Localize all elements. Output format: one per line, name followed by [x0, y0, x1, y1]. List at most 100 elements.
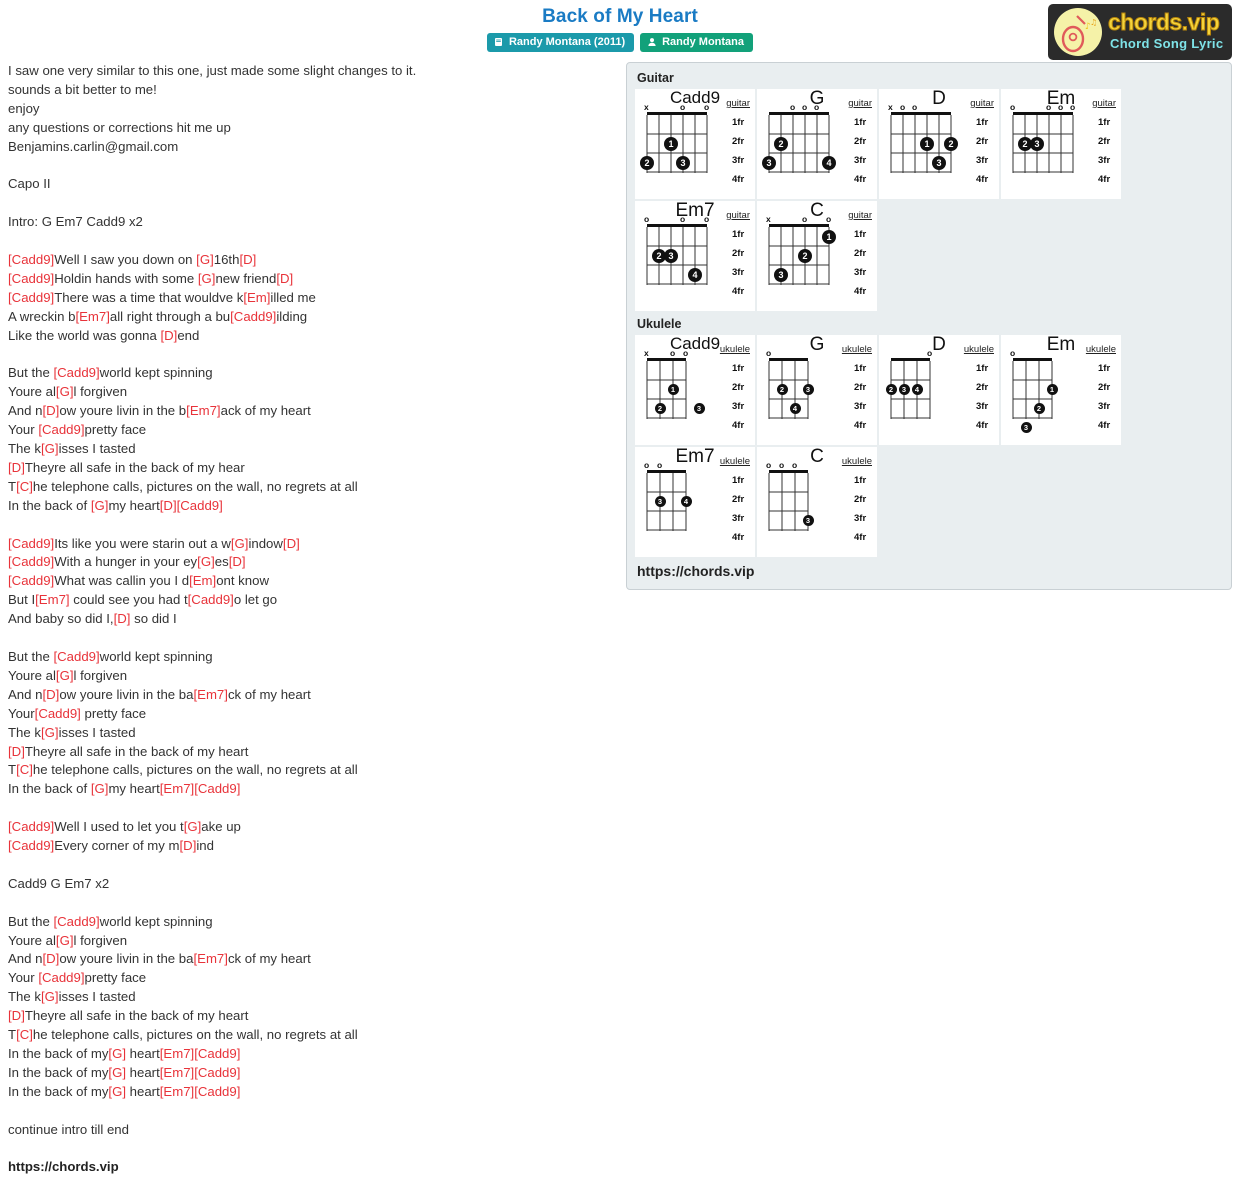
lyric-text: my heart [108, 497, 160, 513]
open-string-marker: o [704, 102, 710, 112]
chord-tag[interactable]: [Cadd9] [8, 536, 54, 551]
chord-tag[interactable]: [Cadd9] [38, 970, 84, 985]
open-string-marker: o [704, 214, 710, 224]
chord-tag[interactable]: [Em7][Cadd9] [160, 781, 241, 796]
chord-tag[interactable]: [Em7] [193, 951, 227, 966]
lyric-line: The k[G]isses I tasted [8, 724, 620, 743]
lyric-text: In the back of [8, 781, 91, 797]
chord-tag[interactable]: [Em7][Cadd9] [160, 1046, 241, 1061]
lyric-line: Capo II [8, 176, 51, 192]
lyric-text: he telephone calls, pictures on the wall… [32, 478, 358, 494]
lyric-line: any questions or corrections hit me up [8, 119, 231, 135]
chord-tag[interactable]: [Em7] [186, 403, 220, 418]
chord-diagram-g-guitar[interactable]: Gguitar o o o 3 2 4 1fr 2fr 3fr 4fr [757, 88, 877, 199]
chord-tag[interactable]: [D] [8, 744, 25, 759]
chord-tag[interactable]: [G] [41, 441, 59, 456]
chord-tag[interactable]: [Cadd9] [8, 252, 54, 267]
chord-tag[interactable]: [D] [42, 403, 59, 418]
chord-tag[interactable]: [C] [16, 1027, 33, 1042]
lyric-text: And baby so did I, [8, 611, 114, 627]
site-logo[interactable]: ♪ ♫ chords.vip Chord Song Lyric [1048, 4, 1232, 60]
chord-tag[interactable]: [Cadd9] [38, 422, 84, 437]
chord-diagram-c-ukulele[interactable]: Cukulele o o o 3 1fr 2fr 3fr 4fr [757, 446, 877, 557]
lyric-text: Your [8, 705, 35, 721]
chord-tag[interactable]: [D] [283, 536, 300, 551]
chord-tag[interactable]: [Cadd9] [53, 365, 99, 380]
lyric-line: I saw one very similar to this one, just… [8, 63, 417, 78]
chord-tag[interactable]: [Cadd9] [8, 290, 54, 305]
chord-tag[interactable]: [G] [91, 498, 109, 513]
chord-tag[interactable]: [G] [56, 384, 74, 399]
open-string-marker: o [766, 460, 772, 470]
chord-tag[interactable]: [D] [160, 328, 177, 343]
chord-tag[interactable]: [Em] [243, 290, 270, 305]
chord-tag[interactable]: [D] [42, 687, 59, 702]
chord-tag[interactable]: [G] [108, 1065, 126, 1080]
chord-diagram-em-ukulele[interactable]: Em ukulele o 1 2 3 1fr 2fr 3fr 4fr [1001, 334, 1121, 445]
chord-tag[interactable]: [G] [91, 781, 109, 796]
chord-tag[interactable]: [D][Cadd9] [160, 498, 223, 513]
fret-labels: 1fr 2fr 3fr 4fr [1098, 359, 1118, 435]
chord-tag[interactable]: [G] [56, 668, 74, 683]
chord-diagram-d-ukulele[interactable]: Dukulele o 2 3 4 1fr 2fr 3fr 4fr [879, 334, 999, 445]
chord-tag[interactable]: [Cadd9] [53, 914, 99, 929]
chord-tag[interactable]: [D] [276, 271, 293, 286]
chord-tag[interactable]: [Cadd9] [8, 573, 54, 588]
fret-label: 4fr [732, 286, 745, 297]
artist-badge[interactable]: Randy Montana [640, 33, 754, 53]
chord-tag[interactable]: [Cadd9] [230, 309, 276, 324]
chord-tag[interactable]: [G] [198, 271, 216, 286]
chord-diagram-g-ukulele[interactable]: Gukulele o 2 3 4 1fr 2fr 3fr 4fr [757, 334, 877, 445]
chord-tag[interactable]: [Em] [189, 573, 216, 588]
chord-diagram-d-guitar[interactable]: Dguitar x o o 1 2 3 1fr 2fr 3fr 4fr [879, 88, 999, 199]
chord-tag[interactable]: [G] [41, 989, 59, 1004]
chord-tag[interactable]: [Em7] [193, 687, 227, 702]
chord-tag[interactable]: [D] [180, 838, 197, 853]
chord-tag[interactable]: [D] [239, 252, 256, 267]
chord-tag[interactable]: [Cadd9] [8, 838, 54, 853]
chord-tag[interactable]: [G] [196, 252, 214, 267]
chord-tag[interactable]: [G] [231, 536, 249, 551]
chord-tag[interactable]: [D] [8, 1008, 25, 1023]
chord-tag[interactable]: [Cadd9] [35, 706, 81, 721]
chord-diagram-cadd9-ukulele[interactable]: Cadd9 ukulele x o o 1 2 3 1fr 2fr 3fr 4fr [635, 334, 755, 445]
chord-tag[interactable]: [G] [108, 1084, 126, 1099]
lyric-line: [Cadd9]What was callin you I d[Em]ont kn… [8, 572, 620, 591]
lyric-line: But the [Cadd9]world kept spinning [8, 364, 620, 383]
chord-diagram-c-guitar[interactable]: Cguitar x o o 1 2 3 1fr 2fr 3fr 4fr [757, 200, 877, 311]
chord-tag[interactable]: [G] [108, 1046, 126, 1061]
chord-tag[interactable]: [Cadd9] [53, 649, 99, 664]
finger-dot: 3 [1030, 136, 1044, 151]
fret-label: 2fr [854, 494, 867, 505]
chord-tag[interactable]: [Cadd9] [8, 554, 54, 569]
chord-tag[interactable]: [C] [16, 479, 33, 494]
chord-tag[interactable]: [G] [197, 554, 215, 569]
finger-dot: 3 [1020, 422, 1032, 433]
chord-tag[interactable]: [Em7] [75, 309, 109, 324]
chord-tag[interactable]: [D] [114, 611, 131, 626]
chord-tag[interactable]: [Em7][Cadd9] [160, 1065, 241, 1080]
chord-diagram-cadd9-guitar[interactable]: Cadd9 guitar x o o 1 2 3 1fr 2fr 3fr 4fr [635, 88, 755, 199]
chord-tag[interactable]: [Cadd9] [188, 592, 234, 607]
album-badge[interactable]: Randy Montana (2011) [486, 33, 635, 53]
lyric-line [8, 1140, 620, 1159]
fret-labels: 1fr 2fr 3fr 4fr [732, 225, 752, 301]
chord-diagram-em7-ukulele[interactable]: Em7 ukulele o o 3 4 1fr 2fr 3fr 4fr [635, 446, 755, 557]
chord-diagram-em7-guitar[interactable]: Em7 guitar o o o 2 3 4 1fr 2fr 3fr 4fr [635, 200, 755, 311]
chord-diagram-em-guitar[interactable]: Em guitar o o o o 2 3 1fr 2fr 3fr 4fr [1001, 88, 1121, 199]
chord-tag[interactable]: [D] [8, 460, 25, 475]
chord-tag[interactable]: [Em7] [35, 592, 69, 607]
fretboard [1012, 112, 1074, 173]
chord-tag[interactable]: [G] [41, 725, 59, 740]
chord-tag[interactable]: [Cadd9] [8, 819, 54, 834]
open-string-marker: o [792, 460, 798, 470]
chord-tag[interactable]: [G] [184, 819, 202, 834]
chord-tag[interactable]: [Em7][Cadd9] [160, 1084, 241, 1099]
chord-tag[interactable]: [G] [56, 933, 74, 948]
panel-site-url[interactable]: https://chords.vip [637, 563, 1223, 579]
chord-tag[interactable]: [C] [16, 762, 33, 777]
chord-tag[interactable]: [D] [229, 554, 246, 569]
chord-tag[interactable]: [Cadd9] [8, 271, 54, 286]
open-string-marker: o [927, 348, 933, 358]
chord-tag[interactable]: [D] [42, 951, 59, 966]
